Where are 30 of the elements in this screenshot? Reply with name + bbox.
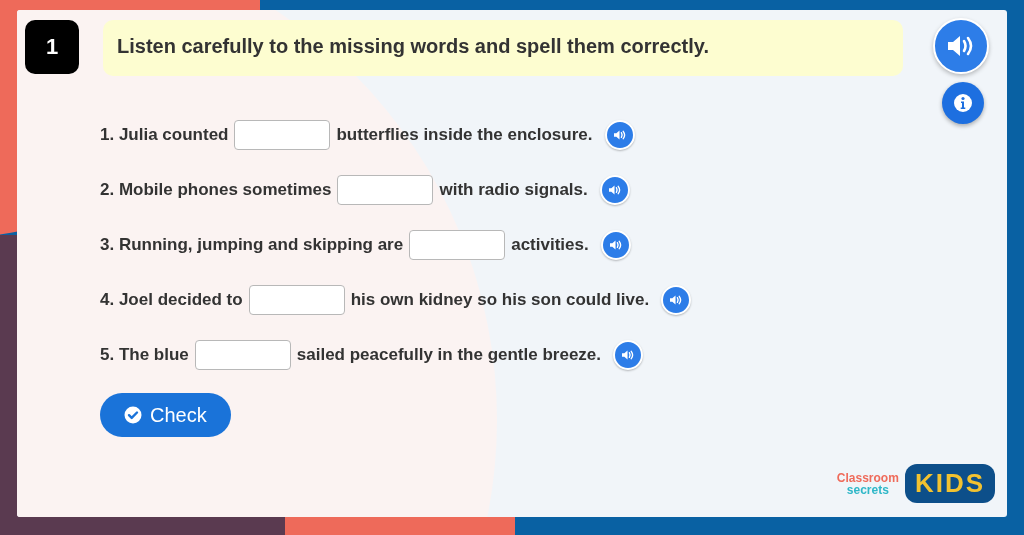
info-icon [953, 93, 973, 113]
audio-button[interactable] [661, 284, 692, 315]
sentence-text: his own kidney so his son could live. [350, 289, 650, 310]
logo-text: Classroom [836, 471, 899, 484]
audio-button[interactable] [613, 339, 643, 370]
speaker-icon [621, 348, 635, 361]
logo-text: secrets [846, 483, 889, 496]
speaker-icon [612, 128, 627, 141]
speaker-icon [669, 293, 684, 306]
sentence-text: with radio signals. [439, 179, 588, 200]
sentence-text: 3. Running, jumping and skipping are [100, 234, 404, 255]
speaker-icon [607, 183, 622, 196]
sentence-text: butterflies inside the enclosure. [336, 124, 593, 145]
sentence-text: 4. Joel decided to [100, 289, 243, 310]
speaker-icon [608, 238, 623, 251]
audio-button[interactable] [933, 18, 989, 74]
check-button[interactable]: Check [100, 393, 231, 437]
sentence-text: 1. Julia counted [100, 124, 229, 145]
info-button[interactable] [942, 82, 984, 124]
sentence-text: activities. [511, 234, 589, 255]
sentence-text: sailed peacefully in the gentle breeze. [296, 344, 601, 365]
sentence-text: 2. Mobile phones sometimes [100, 179, 332, 200]
logo-badge: KIDS [904, 464, 995, 503]
audio-button[interactable] [600, 229, 631, 260]
check-circle-icon [124, 406, 142, 424]
audio-button[interactable] [599, 174, 630, 205]
question-number: 1 [25, 20, 79, 74]
sentence-text: 5. The blue [100, 344, 189, 365]
audio-button[interactable] [604, 119, 635, 150]
instruction-text: Listen carefully to the missing words and spell them correctly. [103, 20, 903, 76]
